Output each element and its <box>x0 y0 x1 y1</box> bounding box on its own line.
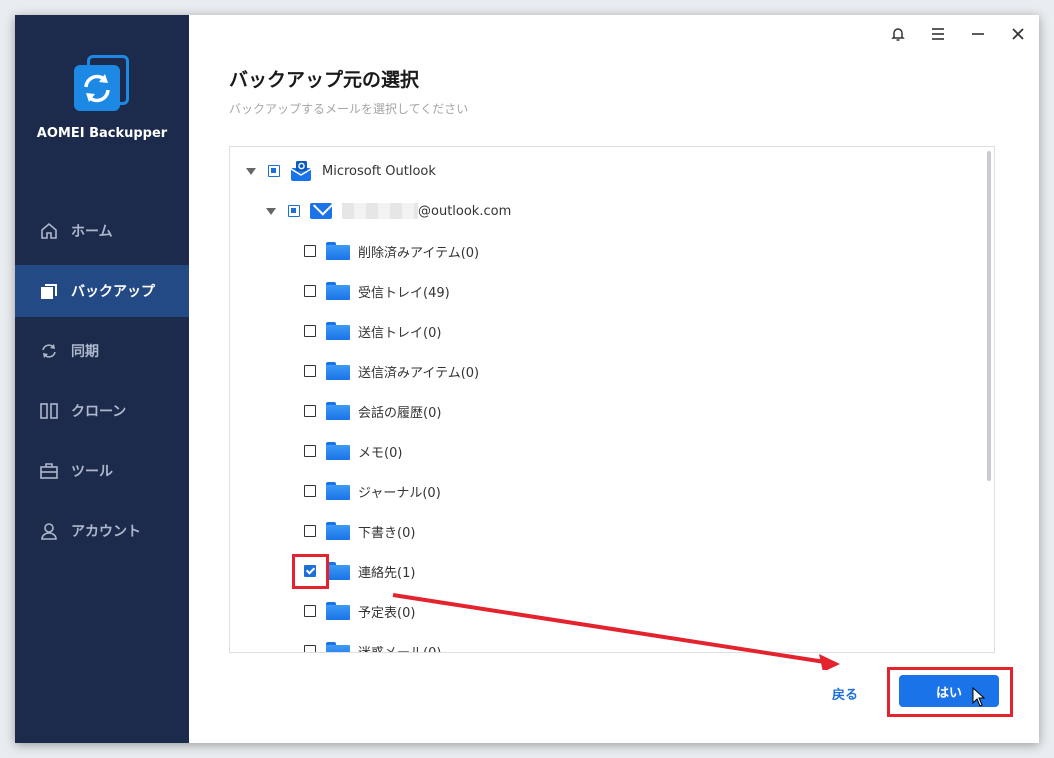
folder-icon <box>326 602 350 620</box>
tree-root-label: Microsoft Outlook <box>322 163 436 179</box>
sidebar-item-tools[interactable]: ツール <box>15 445 189 497</box>
sidebar-item-sync[interactable]: 同期 <box>15 325 189 377</box>
backup-icon <box>39 281 59 301</box>
folder-label: 下書き(0) <box>358 525 416 541</box>
folder-label: メモ(0) <box>358 445 403 461</box>
folder-icon <box>326 562 350 580</box>
folder-icon <box>326 482 350 500</box>
folder-label: 送信トレイ(0) <box>358 325 442 341</box>
outlook-icon <box>290 160 312 182</box>
mail-source-tree[interactable]: Microsoft Outlook @outlook.com 削除済みアイテム(… <box>229 146 995 653</box>
folder-checkbox[interactable] <box>304 405 316 417</box>
close-icon[interactable] <box>1007 23 1029 45</box>
sidebar-item-backup[interactable]: バックアップ <box>15 265 189 317</box>
back-button[interactable]: 戻る <box>832 684 858 703</box>
folder-checkbox[interactable] <box>304 365 316 377</box>
account-checkbox[interactable] <box>288 205 300 217</box>
tools-icon <box>39 461 59 481</box>
sidebar-item-clone[interactable]: クローン <box>15 385 189 437</box>
folder-row[interactable]: 受信トレイ(49) <box>304 276 450 306</box>
folder-checkbox[interactable] <box>304 485 316 497</box>
scrollbar[interactable] <box>987 151 991 481</box>
folder-icon <box>326 322 350 340</box>
folder-icon <box>326 522 350 540</box>
folder-label: 削除済みアイテム(0) <box>358 245 480 261</box>
annotation-arrow-icon <box>392 593 840 670</box>
folder-icon <box>326 642 350 652</box>
folder-checkbox[interactable] <box>304 445 316 457</box>
cursor-icon <box>972 687 986 707</box>
folder-row[interactable]: 送信済みアイテム(0) <box>304 356 479 386</box>
clone-icon <box>39 401 59 421</box>
folder-icon <box>326 402 350 420</box>
tree-account-row[interactable]: @outlook.com <box>266 196 511 226</box>
root-checkbox[interactable] <box>268 165 280 177</box>
sidebar: AOMEI Backupper ホーム バックアップ 同期 クローン ツール ア… <box>15 15 189 743</box>
redacted-email <box>342 203 418 219</box>
expand-arrow-icon[interactable] <box>266 207 276 215</box>
sidebar-item-label: ツール <box>71 464 113 480</box>
page-title: バックアップ元の選択 <box>229 69 420 91</box>
tree-root-row[interactable]: Microsoft Outlook <box>246 156 436 186</box>
folder-icon <box>326 362 350 380</box>
folder-row[interactable]: 会話の履歴(0) <box>304 396 441 426</box>
folder-row[interactable]: メモ(0) <box>304 436 402 466</box>
sidebar-item-label: バックアップ <box>71 284 155 300</box>
expand-arrow-icon[interactable] <box>246 167 256 175</box>
folder-checkbox[interactable] <box>304 245 316 257</box>
sidebar-item-label: クローン <box>71 404 127 420</box>
account-icon <box>39 521 59 541</box>
folder-icon <box>326 442 350 460</box>
folder-icon <box>326 242 350 260</box>
sidebar-item-label: 同期 <box>71 344 99 360</box>
sidebar-nav: ホーム バックアップ 同期 クローン ツール アカウント <box>15 205 189 565</box>
folder-label: 送信済みアイテム(0) <box>358 365 480 381</box>
folder-label: 受信トレイ(49) <box>358 285 450 301</box>
folder-checkbox[interactable] <box>304 645 316 652</box>
page-subtitle: バックアップするメールを選択してください <box>229 102 469 116</box>
app-logo-icon <box>73 53 131 113</box>
folder-label: ジャーナル(0) <box>358 485 441 501</box>
sync-icon <box>39 341 59 361</box>
folder-checkbox[interactable] <box>304 285 316 297</box>
mail-icon <box>310 203 332 219</box>
app-name: AOMEI Backupper <box>36 126 168 141</box>
folder-row[interactable]: 下書き(0) <box>304 516 415 546</box>
folder-checkbox[interactable] <box>304 525 316 537</box>
sidebar-item-home[interactable]: ホーム <box>15 205 189 257</box>
sidebar-item-label: ホーム <box>71 224 113 240</box>
folder-label: 会話の履歴(0) <box>358 405 442 421</box>
sidebar-item-label: アカウント <box>71 524 141 540</box>
minimize-icon[interactable] <box>967 23 989 45</box>
folder-row[interactable]: 送信トレイ(0) <box>304 316 441 346</box>
app-window: AOMEI Backupper ホーム バックアップ 同期 クローン ツール ア… <box>15 15 1039 743</box>
annotation-highlight-checkbox <box>292 554 329 589</box>
folder-row[interactable]: ジャーナル(0) <box>304 476 441 506</box>
folder-icon <box>326 282 350 300</box>
window-controls <box>887 23 1029 45</box>
folder-label: 連絡先(1) <box>358 565 416 581</box>
bell-icon[interactable] <box>887 23 909 45</box>
folder-checkbox[interactable] <box>304 605 316 617</box>
ok-button-label: はい <box>935 685 962 701</box>
folder-checkbox[interactable] <box>304 325 316 337</box>
menu-icon[interactable] <box>927 23 949 45</box>
home-icon <box>39 221 59 241</box>
tree-account-label: @outlook.com <box>418 203 512 219</box>
folder-row[interactable]: 削除済みアイテム(0) <box>304 236 479 266</box>
sidebar-item-account[interactable]: アカウント <box>15 505 189 557</box>
